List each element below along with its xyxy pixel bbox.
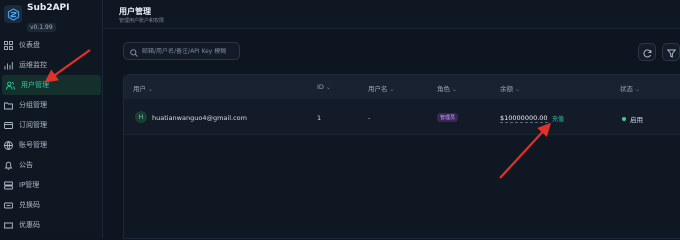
sidebar-item-label: 兑换码 xyxy=(19,201,40,209)
sidebar-item-redeem-codes[interactable]: 兑换码 xyxy=(0,195,103,215)
column-header-status[interactable]: 状态 ⌄ xyxy=(620,83,640,93)
dashboard-icon xyxy=(4,40,13,50)
sidebar-item-ops-monitor[interactable]: 运维监控 xyxy=(0,55,103,75)
role-badge: 管理员 xyxy=(437,113,459,122)
user-username: - xyxy=(368,114,371,122)
sidebar-item-dashboard[interactable]: 仪表盘 xyxy=(0,35,103,55)
column-header-user[interactable]: 用户 ⌄ xyxy=(133,83,153,93)
column-header-balance[interactable]: 余额 ⌄ xyxy=(500,83,520,93)
user-id: 1 xyxy=(317,114,322,122)
ticket-icon xyxy=(4,221,13,230)
chevron-down-icon: ⌄ xyxy=(635,86,641,93)
folder-icon xyxy=(4,101,13,110)
sidebar: Sub2API v0.1.99 仪表盘 运维监控 用户管理 分组管理 订阅管理 … xyxy=(0,0,103,239)
users-table: 用户 ⌄ ID ⌄ 用户名 ⌄ 角色 ⌄ 余额 ⌄ 状态 ⌄ H huatianwanguo… xyxy=(123,74,680,239)
chevron-down-icon: ⌄ xyxy=(148,86,154,93)
sidebar-nav: 仪表盘 运维监控 用户管理 分组管理 订阅管理 账号管理 公告 IP管理 兑换码… xyxy=(0,35,103,235)
brand: Sub2API v0.1.99 xyxy=(4,3,70,32)
sidebar-item-subscriptions[interactable]: 订阅管理 xyxy=(0,115,103,135)
search-input[interactable] xyxy=(142,47,239,55)
chevron-down-icon: ⌄ xyxy=(515,86,521,93)
page-subtitle: 管理用户账户和权限 xyxy=(119,18,165,24)
search-box[interactable] xyxy=(123,42,240,60)
sidebar-item-groups[interactable]: 分组管理 xyxy=(0,95,103,115)
page-title: 用户管理 xyxy=(119,7,151,16)
chevron-down-icon: ⌄ xyxy=(452,86,458,93)
sidebar-item-label: 仪表盘 xyxy=(19,41,40,49)
page-header: 用户管理 管理用户账户和权限 xyxy=(103,0,680,29)
bell-icon xyxy=(4,161,13,170)
users-icon xyxy=(6,81,15,90)
refresh-icon xyxy=(643,43,652,62)
table-row[interactable]: H huatianwanguo4@gmail.com 1 - 管理员 $1000… xyxy=(124,99,680,135)
avatar: H xyxy=(135,111,147,123)
sidebar-item-accounts[interactable]: 账号管理 xyxy=(0,135,103,155)
sidebar-item-label: 运维监控 xyxy=(19,61,47,69)
app-name: Sub2API xyxy=(27,3,70,13)
recharge-button[interactable]: 充值 xyxy=(552,114,564,123)
chevron-down-icon: ⌄ xyxy=(389,86,395,93)
table-header: 用户 ⌄ ID ⌄ 用户名 ⌄ 角色 ⌄ 余额 ⌄ 状态 ⌄ xyxy=(124,75,680,99)
sidebar-item-label: 用户管理 xyxy=(21,81,49,89)
version-badge: v0.1.99 xyxy=(27,23,56,32)
status-dot-icon xyxy=(622,117,626,121)
refresh-button[interactable] xyxy=(638,43,656,61)
status-badge: 启用 xyxy=(622,114,643,124)
sidebar-item-label: 公告 xyxy=(19,161,33,169)
sidebar-item-ip[interactable]: IP管理 xyxy=(0,175,103,195)
chevron-down-icon: ⌄ xyxy=(325,84,331,91)
sidebar-item-promo-codes[interactable]: 优惠码 xyxy=(0,215,103,235)
sidebar-item-label: 分组管理 xyxy=(19,101,47,109)
user-balance: $10000000.00 xyxy=(500,114,548,123)
sidebar-item-label: IP管理 xyxy=(19,181,40,189)
sidebar-item-label: 订阅管理 xyxy=(19,121,47,129)
sidebar-item-users[interactable]: 用户管理 xyxy=(2,75,101,95)
globe-icon xyxy=(4,140,13,150)
filter-button[interactable] xyxy=(662,43,680,61)
ticket-icon xyxy=(4,201,13,210)
sidebar-item-announcements[interactable]: 公告 xyxy=(0,155,103,175)
card-icon xyxy=(4,121,13,130)
server-icon xyxy=(4,181,13,190)
chart-icon xyxy=(4,61,13,70)
app-logo-icon xyxy=(4,5,22,23)
filter-icon xyxy=(666,43,676,62)
column-header-role[interactable]: 角色 ⌄ xyxy=(437,83,457,93)
column-header-username[interactable]: 用户名 ⌄ xyxy=(368,83,395,93)
sidebar-item-label: 优惠码 xyxy=(19,221,40,229)
column-header-id[interactable]: ID ⌄ xyxy=(317,83,331,91)
user-email: huatianwanguo4@gmail.com xyxy=(152,114,247,122)
search-icon xyxy=(130,42,138,61)
sidebar-item-label: 账号管理 xyxy=(19,141,47,149)
